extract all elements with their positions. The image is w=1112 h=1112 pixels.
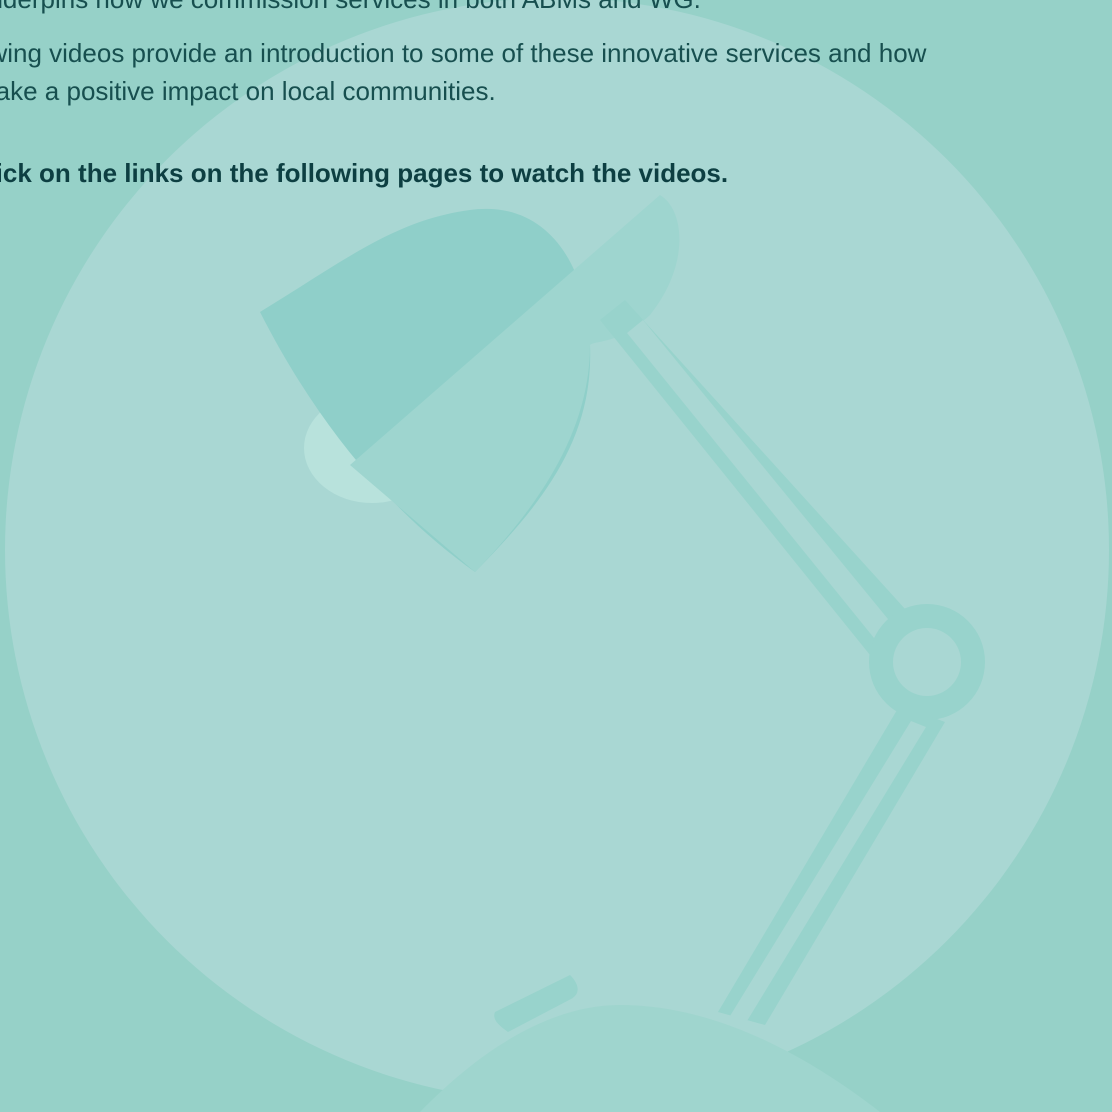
intro-line-2: owing videos provide an introduction to … [0,38,927,68]
video-links-instruction: click on the links on the following page… [0,158,729,188]
lamp-joint-center [893,628,961,696]
page: underpins how we commission services in … [0,0,1112,1112]
intro-line-1: underpins how we commission services in … [0,0,701,16]
intro-line-3: make a positive impact on local communit… [0,76,496,106]
